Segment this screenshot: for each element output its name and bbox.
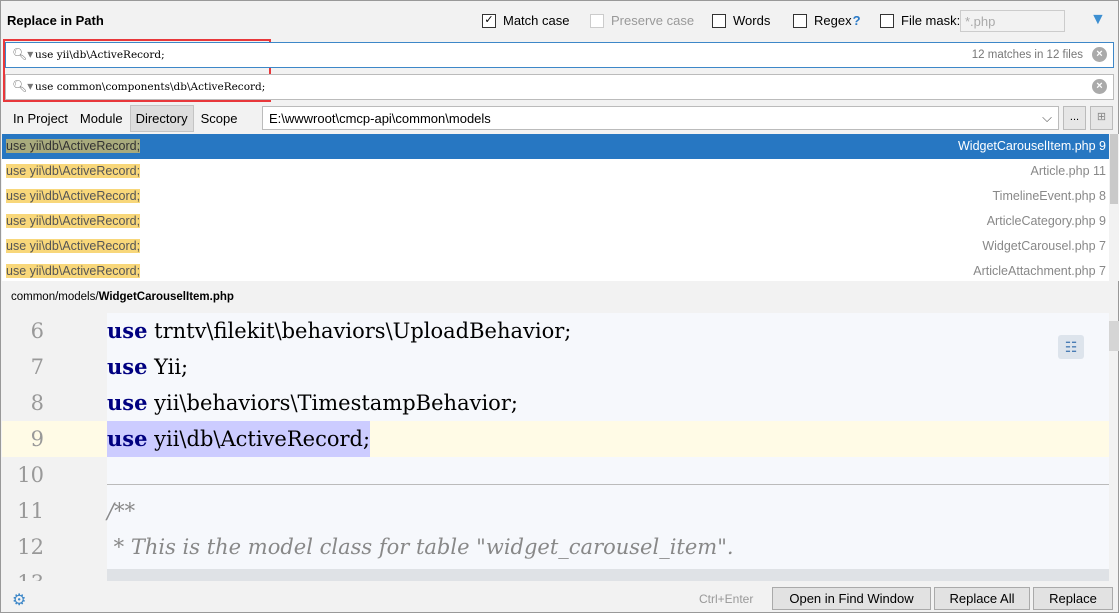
result-match: use yii\db\ActiveRecord;	[6, 189, 141, 203]
file-mask-checkbox[interactable]: File mask:	[880, 13, 960, 28]
code-preview[interactable]: 6 use trntv\filekit\behaviors\UploadBehav…	[2, 313, 1109, 581]
result-row[interactable]: use yii\db\ActiveRecord; WidgetCarouselIt…	[2, 134, 1109, 159]
line-number: 9	[30, 427, 44, 451]
result-file: WidgetCarouselItem.php 9	[958, 139, 1106, 153]
open-in-find-window-button[interactable]: Open in Find Window	[772, 587, 931, 610]
code-line: 12 * This is the model class for table "…	[2, 529, 1109, 565]
shortcut-hint: Ctrl+Enter	[699, 592, 754, 606]
result-file: WidgetCarousel.php 7	[982, 239, 1106, 253]
result-match: use yii\db\ActiveRecord;	[6, 214, 141, 228]
result-match: use yii\db\ActiveRecord;	[6, 239, 141, 253]
gear-icon[interactable]: ⚙	[12, 590, 26, 610]
code-line: 7 use Yii;	[2, 349, 1109, 385]
search-icon[interactable]: 🔍︎▾	[12, 47, 33, 61]
search-input[interactable]: 🔍︎▾ use yii\db\ActiveRecord; 12 matches …	[5, 42, 1114, 68]
tab-module[interactable]: Module	[75, 106, 128, 131]
code-line: 8 use yii\behaviors\TimestampBehavior;	[2, 385, 1109, 421]
result-row[interactable]: use yii\db\ActiveRecord; TimelineEvent.ph…	[2, 184, 1109, 209]
preview-path: common/models/WidgetCarouselItem.php	[11, 291, 234, 303]
editor-settings-icon[interactable]: ☷	[1058, 335, 1084, 359]
replace-button[interactable]: Replace	[1033, 587, 1113, 610]
line-number: 12	[17, 535, 44, 559]
result-file: Article.php 11	[1030, 164, 1106, 178]
words-checkbox[interactable]: Words	[712, 13, 770, 28]
horizontal-scrollbar[interactable]	[107, 569, 1109, 581]
file-mask-input[interactable]: *.php	[960, 10, 1065, 32]
tab-in-project[interactable]: In Project	[8, 106, 73, 131]
result-file: TimelineEvent.php 8	[992, 189, 1107, 203]
code-line: 11/**	[2, 493, 1109, 529]
clear-replace-icon[interactable]: ×	[1092, 79, 1107, 94]
line-number: 6	[30, 319, 44, 343]
line-number: 13	[2, 565, 44, 581]
code-line: 9 use yii\db\ActiveRecord;	[2, 421, 1109, 457]
results-list: use yii\db\ActiveRecord; WidgetCarouselIt…	[2, 134, 1109, 281]
regex-help-link[interactable]: ?	[853, 13, 861, 28]
browse-button[interactable]: ...	[1063, 106, 1086, 130]
tab-directory[interactable]: Directory	[129, 104, 194, 132]
dialog-title: Replace in Path	[7, 13, 104, 28]
recursive-tree-icon[interactable]: ⊞	[1090, 106, 1113, 130]
result-match: use yii\db\ActiveRecord;	[6, 164, 141, 178]
line-number: 10	[17, 463, 44, 487]
code-line: 6 use trntv\filekit\behaviors\UploadBehav…	[2, 313, 1109, 349]
line-number: 11	[17, 499, 44, 523]
filter-icon[interactable]: ▼	[1090, 11, 1106, 29]
tab-scope[interactable]: Scope	[196, 106, 243, 131]
result-row[interactable]: use yii\db\ActiveRecord; ArticleAttachmen…	[2, 259, 1109, 281]
result-row[interactable]: use yii\db\ActiveRecord; ArticleCategory.…	[2, 209, 1109, 234]
regex-checkbox[interactable]: Regex?	[793, 13, 861, 28]
line-number: 7	[30, 355, 44, 379]
chevron-down-icon: ⌵	[1042, 110, 1052, 125]
editor-scrollbar[interactable]	[1109, 321, 1119, 351]
check-icon: ✓	[482, 13, 496, 28]
result-match: use yii\db\ActiveRecord;	[6, 139, 141, 153]
result-row[interactable]: use yii\db\ActiveRecord; WidgetCarousel.p…	[2, 234, 1109, 259]
result-file: ArticleAttachment.php 7	[973, 264, 1106, 278]
result-row[interactable]: use yii\db\ActiveRecord; Article.php 11	[2, 159, 1109, 184]
clear-search-icon[interactable]: ×	[1092, 47, 1107, 62]
replace-all-button[interactable]: Replace All	[934, 587, 1030, 610]
preserve-case-checkbox[interactable]: Preserve case	[590, 13, 694, 28]
match-count: 12 matches in 12 files	[971, 49, 1083, 61]
code-line: 10	[2, 457, 1109, 493]
line-number: 8	[30, 391, 44, 415]
method-separator	[107, 484, 1109, 485]
result-file: ArticleCategory.php 9	[986, 214, 1106, 228]
directory-select[interactable]: E:\wwwroot\cmcp-api\common\models ⌵	[262, 106, 1059, 130]
result-match: use yii\db\ActiveRecord;	[6, 264, 141, 278]
replace-input[interactable]: 🔍︎▾ use common\components\db\ActiveRecor…	[5, 74, 1114, 100]
match-case-checkbox[interactable]: ✓ Match case	[482, 13, 569, 28]
search-icon[interactable]: 🔍︎▾	[12, 79, 33, 93]
results-scrollbar[interactable]	[1109, 134, 1119, 281]
